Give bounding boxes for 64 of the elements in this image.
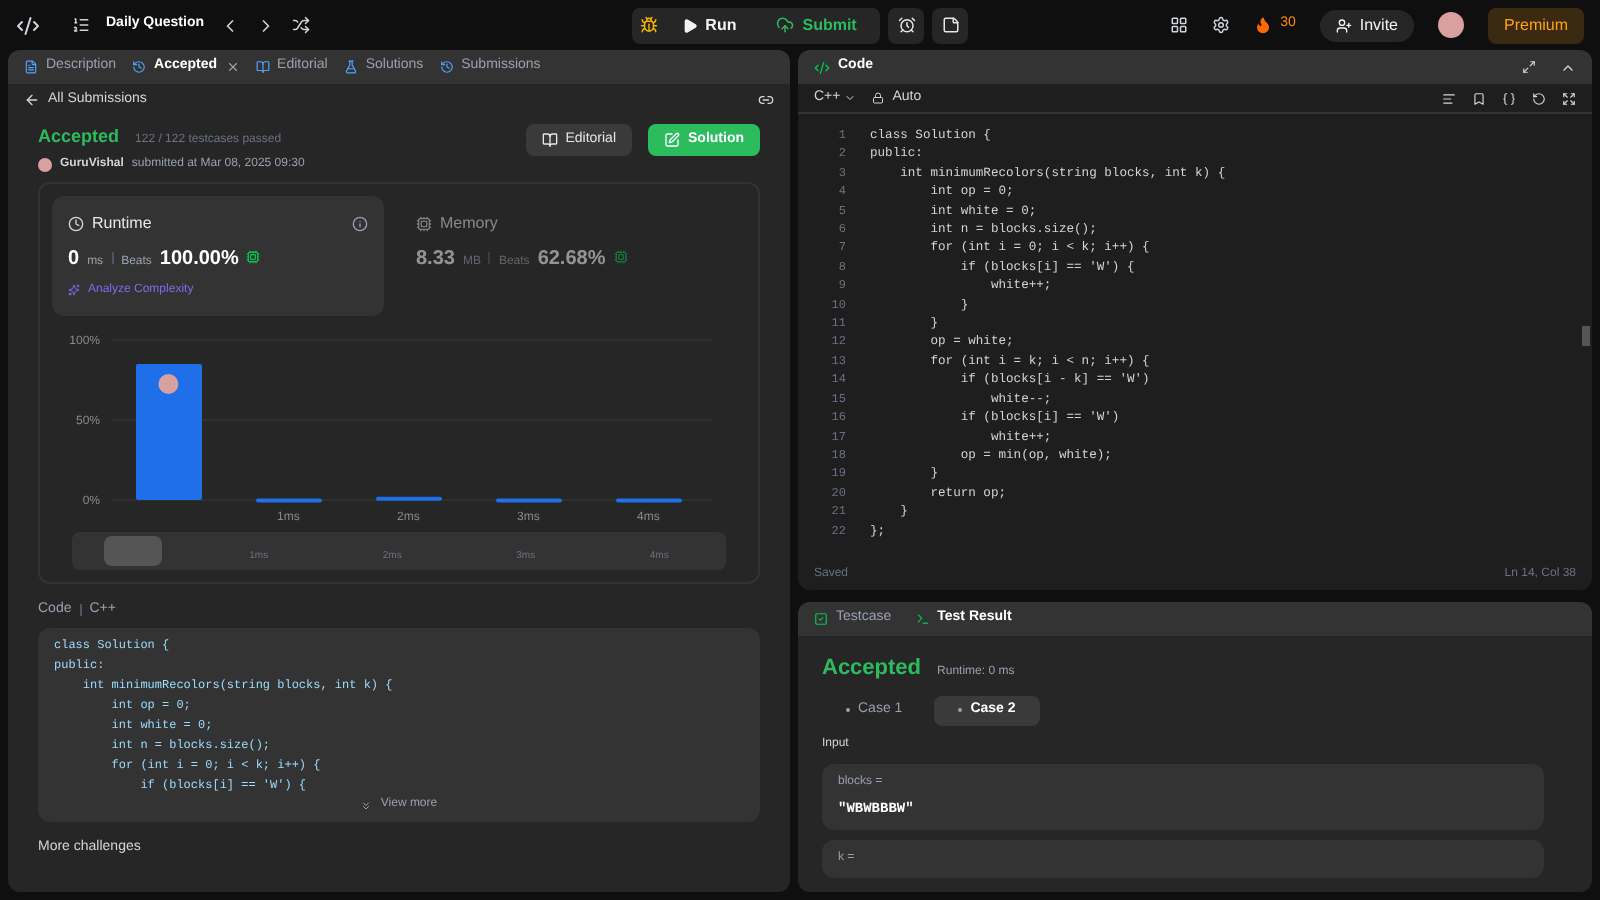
chart-bar bbox=[496, 497, 562, 502]
status-text: Accepted bbox=[38, 124, 120, 150]
list-icon[interactable] bbox=[72, 16, 90, 34]
chart-bar bbox=[376, 495, 442, 500]
chip-icon bbox=[416, 215, 432, 231]
back-arrow-icon[interactable] bbox=[24, 92, 40, 108]
shuffle-icon[interactable] bbox=[292, 16, 311, 34]
checkbox-icon bbox=[814, 612, 828, 626]
result-status: Accepted bbox=[822, 654, 922, 684]
range-handle[interactable] bbox=[104, 535, 163, 565]
bookmark-icon[interactable] bbox=[1472, 91, 1486, 105]
chart-bar bbox=[136, 363, 202, 499]
chip-icon bbox=[246, 249, 261, 263]
stat-value: 0 bbox=[68, 245, 80, 273]
user-avatar bbox=[38, 157, 52, 171]
chart-bar bbox=[256, 497, 322, 502]
avatar-icon bbox=[158, 373, 179, 393]
chart-bar bbox=[616, 497, 682, 502]
tab-icon bbox=[132, 60, 147, 74]
lock-icon bbox=[872, 92, 885, 104]
book-icon bbox=[541, 132, 558, 148]
invite-button[interactable]: Invite bbox=[1319, 9, 1414, 41]
edit-icon bbox=[664, 132, 680, 148]
play-icon bbox=[681, 17, 698, 33]
logo-icon[interactable] bbox=[16, 13, 40, 37]
tab-icon bbox=[255, 60, 270, 74]
stat-value: 8.33 bbox=[416, 245, 455, 273]
layout-icon[interactable] bbox=[1170, 16, 1189, 34]
terminal-icon bbox=[915, 612, 930, 626]
close-icon[interactable] bbox=[225, 60, 240, 74]
chevron-down-icon bbox=[844, 92, 857, 104]
tab-icon bbox=[439, 60, 454, 74]
scrollbar-thumb[interactable] bbox=[1582, 326, 1590, 346]
add-user-icon bbox=[1335, 17, 1352, 33]
fullscreen-icon[interactable] bbox=[1562, 91, 1576, 105]
cloud-upload-icon bbox=[776, 16, 795, 34]
alarm-clock-icon bbox=[897, 16, 916, 34]
beats-value: 100.00% bbox=[159, 245, 239, 273]
note-icon bbox=[941, 16, 960, 34]
debug-icon[interactable] bbox=[639, 16, 658, 34]
note-button[interactable] bbox=[932, 7, 969, 43]
clock-icon bbox=[68, 215, 84, 231]
run-button[interactable]: Run bbox=[665, 13, 753, 37]
link-icon[interactable] bbox=[758, 92, 774, 108]
code-icon bbox=[814, 59, 830, 75]
flame-icon bbox=[1254, 16, 1273, 34]
settings-icon[interactable] bbox=[1212, 16, 1231, 34]
info-icon[interactable] bbox=[352, 215, 368, 231]
reset-icon[interactable] bbox=[1532, 91, 1546, 105]
stat-title: Runtime bbox=[92, 211, 152, 235]
submit-button[interactable]: Submit bbox=[760, 13, 873, 37]
tab-icon bbox=[24, 60, 38, 74]
tab-icon bbox=[343, 60, 358, 74]
avatar[interactable] bbox=[1438, 12, 1464, 38]
chip-icon bbox=[613, 249, 628, 263]
sparkle-icon bbox=[68, 284, 80, 296]
stat-title: Memory bbox=[440, 211, 498, 235]
premium-button[interactable]: Premium bbox=[1488, 7, 1585, 43]
format-icon[interactable] bbox=[1442, 91, 1456, 105]
braces-icon[interactable] bbox=[1502, 91, 1516, 105]
maximize-icon[interactable] bbox=[1522, 60, 1536, 74]
beats-value: 62.68% bbox=[537, 245, 606, 273]
chevrons-down-icon bbox=[360, 799, 373, 811]
alarm-button[interactable] bbox=[888, 7, 925, 43]
